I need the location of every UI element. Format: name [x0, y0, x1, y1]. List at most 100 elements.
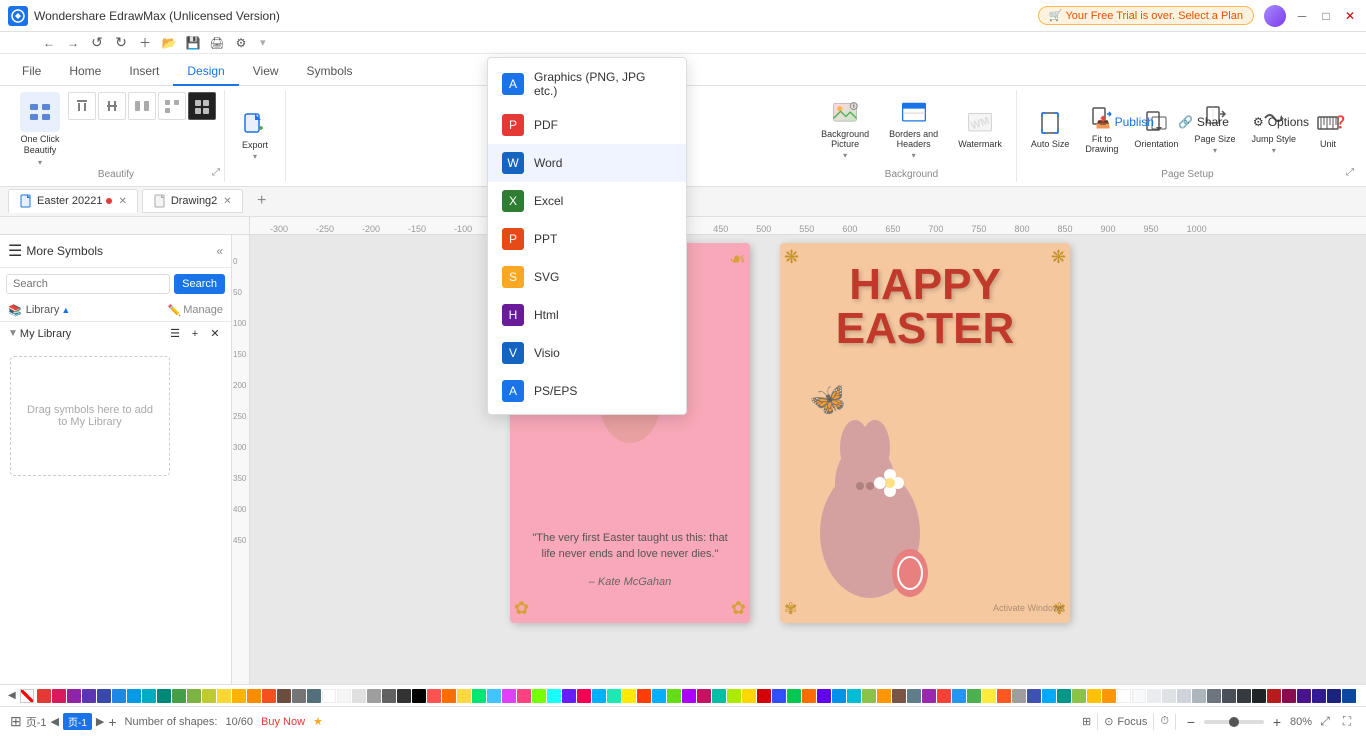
color-swatch[interactable]	[1342, 689, 1356, 703]
redo-button[interactable]: ↻	[112, 34, 130, 52]
color-swatch[interactable]	[757, 689, 771, 703]
color-swatch[interactable]	[517, 689, 531, 703]
color-swatch[interactable]	[1027, 689, 1041, 703]
color-swatch[interactable]	[1132, 689, 1146, 703]
color-swatch[interactable]	[442, 689, 456, 703]
borders-headers-button[interactable]: Borders andHeaders ▾	[883, 95, 944, 164]
new-button[interactable]: ＋	[136, 34, 154, 52]
color-swatch[interactable]	[1042, 689, 1056, 703]
color-swatch[interactable]	[532, 689, 546, 703]
fullscreen-button[interactable]: ⛶	[1338, 713, 1356, 731]
color-swatch[interactable]	[247, 689, 261, 703]
save-button[interactable]: 💾	[184, 34, 202, 52]
color-swatch[interactable]	[907, 689, 921, 703]
color-swatch[interactable]	[892, 689, 906, 703]
tab-drawing2[interactable]: Drawing2 ✕	[142, 189, 243, 213]
zoom-thumb[interactable]	[1229, 717, 1239, 727]
color-swatch[interactable]	[1057, 689, 1071, 703]
my-library-view-button[interactable]: ☰	[167, 326, 183, 342]
color-swatch[interactable]	[1267, 689, 1281, 703]
color-swatch[interactable]	[682, 689, 696, 703]
one-click-beautify-button[interactable]: One ClickBeautify ▾	[16, 90, 64, 169]
export-html-item[interactable]: H Html	[488, 296, 686, 334]
color-swatch[interactable]	[1072, 689, 1086, 703]
color-swatch[interactable]	[802, 689, 816, 703]
color-swatch[interactable]	[37, 689, 51, 703]
color-swatch[interactable]	[1252, 689, 1266, 703]
color-swatch[interactable]	[262, 689, 276, 703]
color-swatch[interactable]	[1312, 689, 1326, 703]
color-swatch[interactable]	[817, 689, 831, 703]
color-swatch[interactable]	[742, 689, 756, 703]
color-swatch[interactable]	[457, 689, 471, 703]
color-swatch[interactable]	[1087, 689, 1101, 703]
color-swatch[interactable]	[112, 689, 126, 703]
color-swatch[interactable]	[877, 689, 891, 703]
color-swatch[interactable]	[1117, 689, 1131, 703]
tab-insert[interactable]: Insert	[115, 58, 173, 86]
trial-banner[interactable]: 🛒 Your Free Trial is over. Select a Plan	[1038, 6, 1254, 25]
color-swatch[interactable]	[712, 689, 726, 703]
color-swatch[interactable]	[97, 689, 111, 703]
close-button[interactable]: ✕	[1342, 8, 1358, 24]
auto-size-button[interactable]: Auto Size	[1025, 105, 1076, 153]
color-swatch[interactable]	[997, 689, 1011, 703]
color-swatch[interactable]	[352, 689, 366, 703]
help-button[interactable]: ❓	[1323, 112, 1358, 132]
add-tab-button[interactable]: +	[251, 190, 273, 212]
fit-window-button[interactable]: ⤢	[1316, 713, 1334, 731]
export-graphics-item[interactable]: A Graphics (PNG, JPG etc.)	[488, 62, 686, 106]
options-button[interactable]: ⚙ Options	[1243, 112, 1319, 132]
color-swatch[interactable]	[847, 689, 861, 703]
color-swatch[interactable]	[832, 689, 846, 703]
color-swatch[interactable]	[1327, 689, 1341, 703]
color-swatch[interactable]	[952, 689, 966, 703]
color-swatch[interactable]	[1177, 689, 1191, 703]
canvas-area[interactable]: 0 50 100 150 200 250 300 350 400 450 ❧ ❧	[232, 235, 1366, 701]
export-pdf-item[interactable]: P PDF	[488, 106, 686, 144]
color-swatch[interactable]	[1282, 689, 1296, 703]
color-swatch[interactable]	[592, 689, 606, 703]
color-swatch[interactable]	[292, 689, 306, 703]
color-swatch[interactable]	[1102, 689, 1116, 703]
forward-button[interactable]: →	[64, 34, 82, 52]
share-button[interactable]: 🔗 Share	[1168, 112, 1239, 132]
color-swatch[interactable]	[277, 689, 291, 703]
sidebar-collapse-button[interactable]: «	[216, 244, 223, 258]
open-button[interactable]: 📂	[160, 34, 178, 52]
my-library-close-button[interactable]: ✕	[207, 326, 223, 342]
color-swatch[interactable]	[427, 689, 441, 703]
timer-button[interactable]: ⏱	[1160, 715, 1169, 728]
color-swatch[interactable]	[1297, 689, 1311, 703]
color-swatch[interactable]	[577, 689, 591, 703]
print-button[interactable]: 🖨	[208, 34, 226, 52]
tab-design[interactable]: Design	[173, 58, 238, 86]
color-swatch[interactable]	[187, 689, 201, 703]
color-swatch[interactable]	[67, 689, 81, 703]
search-input[interactable]	[6, 274, 170, 294]
tab-file[interactable]: File	[8, 58, 55, 86]
export-button[interactable]: Export ▾	[233, 106, 277, 165]
publish-button[interactable]: 📤 Publish	[1086, 112, 1164, 132]
distribute-button[interactable]	[128, 92, 156, 120]
color-swatch[interactable]	[127, 689, 141, 703]
tab-easter[interactable]: Easter 20221 ✕	[8, 189, 138, 213]
color-swatch[interactable]	[982, 689, 996, 703]
color-swatch[interactable]	[667, 689, 681, 703]
tab-view[interactable]: View	[239, 58, 293, 86]
easter-card-right[interactable]: ❋ ❋ HAPPYEASTER	[780, 243, 1070, 623]
color-swatch[interactable]	[772, 689, 786, 703]
manage-button[interactable]: ✏️ Manage	[168, 304, 223, 317]
zoom-slider[interactable]	[1204, 720, 1264, 724]
export-ppt-item[interactable]: P PPT	[488, 220, 686, 258]
export-pseps-item[interactable]: A PS/EPS	[488, 372, 686, 410]
color-swatch[interactable]	[142, 689, 156, 703]
color-swatch[interactable]	[82, 689, 96, 703]
color-swatch[interactable]	[52, 689, 66, 703]
color-swatch[interactable]	[202, 689, 216, 703]
color-swatch[interactable]	[367, 689, 381, 703]
color-swatch[interactable]	[502, 689, 516, 703]
add-page-icon[interactable]: +	[108, 714, 116, 730]
page-next-icon[interactable]: ▶	[96, 715, 104, 728]
auto-layout-button[interactable]	[158, 92, 186, 120]
